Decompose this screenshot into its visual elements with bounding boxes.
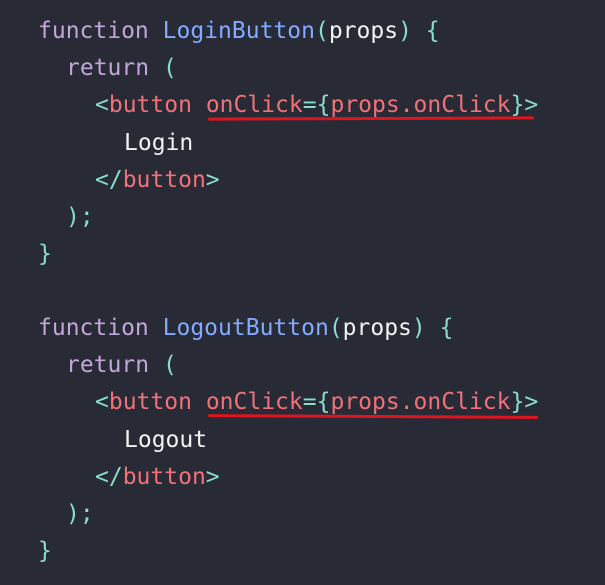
button-label-text: Login	[124, 130, 194, 156]
expr-close-brace: }	[510, 92, 525, 118]
code-snippet: function LoginButton(props) { return ( <…	[0, 0, 605, 585]
function-keyword: function	[38, 18, 149, 44]
tag-name: button	[108, 389, 192, 415]
param-name: props	[328, 18, 399, 44]
logout-button-open-tag: <button onClick={props.onClick}>	[0, 386, 538, 418]
button-label-text: Logout	[124, 427, 208, 453]
highlighted-onclick-attribute: onClick={props.onClick}	[206, 389, 525, 415]
attr-expression: props.onClick	[330, 92, 511, 118]
function-name: LogoutButton	[162, 315, 329, 341]
logout-close-brace: }	[0, 535, 52, 567]
close-brace: }	[38, 241, 52, 267]
open-brace: {	[425, 18, 440, 44]
function-keyword: function	[38, 315, 149, 341]
tag-open-lt: <	[95, 389, 109, 415]
login-button-label: Login	[0, 127, 193, 159]
param-name: props	[342, 315, 412, 341]
expr-close-brace: }	[510, 389, 525, 415]
login-return-line: return (	[0, 52, 177, 84]
return-paren: (	[162, 55, 177, 81]
close-return: );	[66, 204, 94, 230]
close-tag-gt: >	[205, 167, 220, 193]
tag-open-lt: <	[95, 92, 109, 118]
logout-function-signature: function LogoutButton(props) {	[0, 312, 454, 344]
close-paren: )	[411, 315, 426, 341]
open-brace: {	[439, 315, 454, 341]
return-keyword: return	[66, 352, 150, 378]
close-return: );	[66, 501, 94, 527]
tag-open-gt: >	[524, 92, 539, 118]
close-tag-lt: </	[95, 464, 123, 490]
logout-close-return: );	[0, 498, 94, 530]
return-keyword: return	[66, 55, 150, 81]
login-close-brace: }	[0, 238, 52, 270]
close-tag-name: button	[122, 167, 206, 193]
login-function-signature: function LoginButton(props) {	[0, 15, 440, 47]
close-paren: )	[398, 18, 412, 44]
tag-open-gt: >	[524, 389, 539, 415]
attr-name: onClick	[205, 389, 303, 415]
logout-return-line: return (	[0, 349, 177, 381]
close-tag-gt: >	[205, 464, 220, 490]
red-underline-annotation	[207, 414, 539, 419]
attr-eq: =	[302, 389, 317, 415]
tag-name: button	[108, 92, 192, 118]
attr-eq: =	[302, 92, 317, 118]
close-tag-name: button	[122, 464, 206, 490]
logout-button-close-tag: </button>	[0, 461, 220, 493]
login-close-return: );	[0, 201, 94, 233]
open-paren: (	[314, 18, 329, 44]
logout-button-label: Logout	[0, 424, 207, 456]
attr-expression: props.onClick	[330, 389, 511, 415]
return-paren: (	[162, 352, 177, 378]
expr-open-brace: {	[316, 389, 331, 415]
expr-open-brace: {	[316, 92, 331, 118]
highlighted-onclick-attribute: onClick={props.onClick}	[206, 92, 525, 118]
login-button-close-tag: </button>	[0, 164, 220, 196]
close-tag-lt: </	[95, 167, 123, 193]
function-name: LoginButton	[162, 18, 315, 44]
open-paren: (	[328, 315, 343, 341]
close-brace: }	[38, 538, 52, 564]
attr-name: onClick	[205, 92, 303, 118]
